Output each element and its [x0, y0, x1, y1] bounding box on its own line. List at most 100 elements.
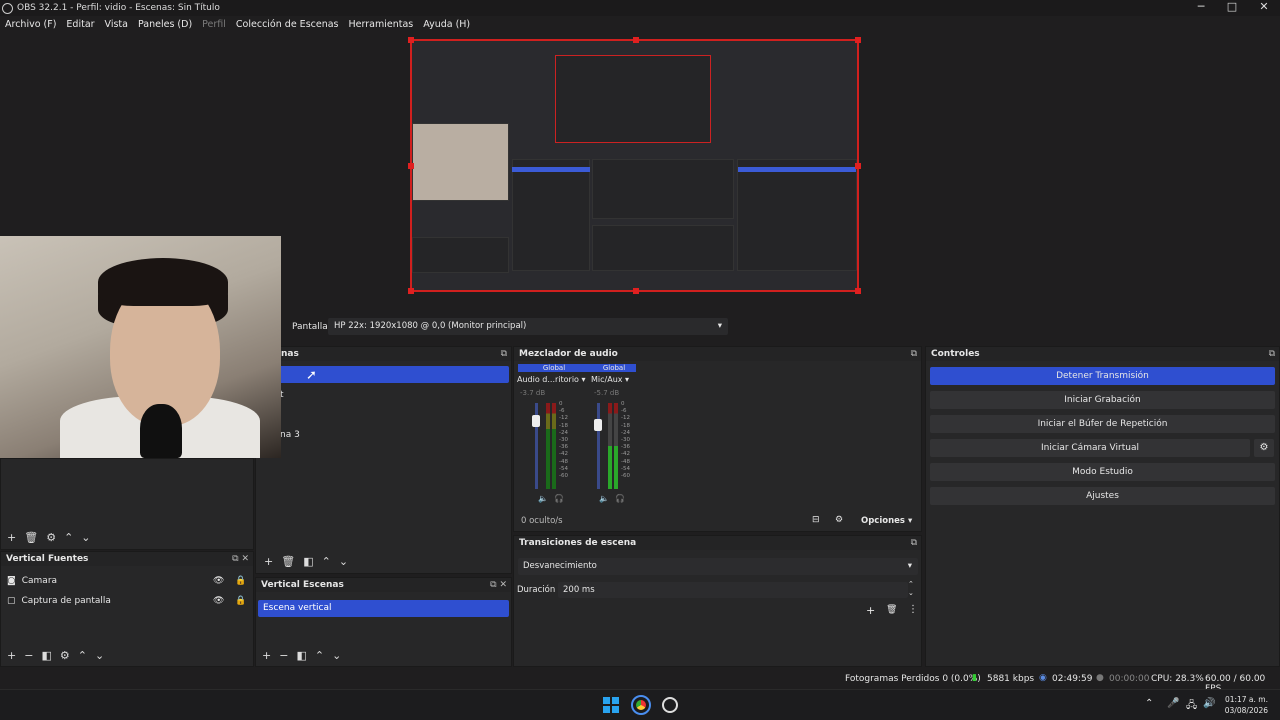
volume-slider-handle[interactable]	[532, 415, 540, 427]
resize-handle[interactable]	[633, 288, 639, 294]
vertical-scene-item[interactable]: Escena vertical	[258, 600, 509, 617]
menu-ayuda[interactable]: Ayuda (H)	[423, 19, 470, 30]
scene-item-selected[interactable]	[258, 366, 509, 383]
network-icon[interactable]: 🖧	[1186, 698, 1197, 715]
microphone-icon[interactable]: 🎤	[1167, 698, 1179, 709]
minimize-button[interactable]: ─	[1185, 0, 1217, 16]
volume-icon[interactable]: 🔊	[1203, 698, 1215, 709]
menu-editar[interactable]: Editar	[66, 19, 94, 30]
vertical-scene-label: Escena vertical	[263, 603, 332, 613]
channel-label: Mic/Aux	[591, 375, 623, 384]
options-menu[interactable]: Opciones ▾	[861, 516, 912, 526]
gear-icon[interactable]: ⚙	[46, 531, 56, 544]
clock[interactable]: 01:17 a. m. 03/08/2026	[1222, 694, 1268, 716]
add-transition-button[interactable]: +	[866, 604, 875, 617]
resize-handle[interactable]	[855, 288, 861, 294]
chrome-icon[interactable]	[631, 695, 651, 715]
transition-select[interactable]: Desvanecimiento ▾	[518, 558, 918, 575]
gear-icon[interactable]: ⚙	[60, 649, 70, 662]
close-icon[interactable]: ✕	[241, 554, 249, 564]
undock-icon[interactable]: ⧉	[232, 554, 238, 564]
undock-icon[interactable]: ⧉	[501, 347, 507, 361]
undock-icon[interactable]: ⧉	[490, 580, 496, 590]
undock-icon[interactable]: ⧉	[911, 536, 917, 550]
maximize-button[interactable]: □	[1216, 0, 1248, 16]
close-icon[interactable]: ✕	[499, 580, 507, 590]
source-item-captura[interactable]: ▢ Captura de pantalla 👁 🔒	[7, 596, 249, 606]
scene-item[interactable]: na 3	[280, 430, 300, 440]
signal-icon: ▮	[972, 673, 977, 683]
display-select[interactable]: HP 22x: 1920x1080 @ 0,0 (Monitor princip…	[328, 318, 728, 335]
remove-scene-button[interactable]: −	[279, 649, 288, 662]
duration-input[interactable]: 200 ms	[558, 582, 908, 598]
studio-mode-button[interactable]: Modo Estudio	[930, 463, 1275, 481]
menu-coleccion-escenas[interactable]: Colección de Escenas	[236, 19, 339, 30]
gear-icon[interactable]: ⚙	[1254, 439, 1274, 457]
move-up-button[interactable]: ⌃	[315, 649, 324, 662]
filter-icon[interactable]: ◧	[296, 649, 306, 662]
add-source-button[interactable]: +	[7, 649, 16, 662]
menu-herramientas[interactable]: Herramientas	[349, 19, 414, 30]
volume-slider-handle[interactable]	[594, 419, 602, 431]
layout-icon[interactable]: ⊟	[812, 515, 820, 525]
trash-icon[interactable]: 🗑	[281, 555, 295, 568]
start-recording-button[interactable]: Iniciar Grabación	[930, 391, 1275, 409]
speaker-icon[interactable]: 🔈	[599, 494, 609, 503]
move-down-button[interactable]: ⌄	[339, 555, 348, 568]
duration-value: 200 ms	[563, 585, 595, 595]
program-preview[interactable]	[408, 37, 861, 294]
add-source-button[interactable]: +	[7, 531, 16, 544]
eye-icon[interactable]: 👁	[213, 576, 224, 586]
filter-icon[interactable]: ◧	[303, 555, 313, 568]
more-options-icon[interactable]: ⋮	[908, 604, 918, 615]
source-item-camara[interactable]: ◙ Camara 👁 🔒	[7, 576, 249, 586]
trash-icon[interactable]: 🗑	[886, 605, 897, 615]
volume-slider[interactable]	[597, 403, 600, 489]
windows-start-icon[interactable]	[603, 697, 619, 713]
headphones-icon[interactable]: 🎧	[554, 494, 564, 503]
menu-archivo[interactable]: Archivo (F)	[5, 19, 56, 30]
menu-vista[interactable]: Vista	[105, 19, 128, 30]
obs-taskbar-icon[interactable]	[662, 697, 678, 713]
move-up-button[interactable]: ⌃	[64, 531, 73, 544]
headphones-icon[interactable]: 🎧	[615, 494, 625, 503]
trash-icon[interactable]: 🗑	[24, 531, 38, 544]
vertical-scenes-title: Vertical Escenas	[261, 580, 344, 590]
resize-handle[interactable]	[408, 163, 414, 169]
gear-icon[interactable]: ⚙	[835, 515, 843, 525]
duration-stepper[interactable]: ⌃ ⌄	[908, 580, 914, 598]
lock-icon[interactable]: 🔒	[235, 596, 246, 606]
start-replay-buffer-button[interactable]: Iniciar el Búfer de Repetición	[930, 415, 1275, 433]
chevron-up-icon[interactable]: ⌃	[1145, 698, 1153, 709]
resize-handle[interactable]	[633, 37, 639, 43]
channel-name-mic[interactable]: Mic/Aux ▾	[591, 375, 629, 384]
scale-tick: 0	[559, 401, 563, 407]
add-scene-button[interactable]: +	[264, 555, 273, 568]
resize-handle[interactable]	[408, 288, 414, 294]
stop-streaming-button[interactable]: Detener Transmisión	[930, 367, 1275, 385]
close-window-button[interactable]: ✕	[1248, 0, 1280, 16]
undock-icon[interactable]: ⧉	[911, 347, 917, 361]
channel-name-desktop[interactable]: Audio d...ritorio ▾	[517, 375, 586, 384]
lock-icon[interactable]: 🔒	[235, 576, 246, 586]
settings-button[interactable]: Ajustes	[930, 487, 1275, 505]
filter-icon[interactable]: ◧	[41, 649, 51, 662]
move-down-button[interactable]: ⌄	[81, 531, 90, 544]
eye-icon[interactable]: 👁	[213, 596, 224, 606]
scale-tick: -24	[621, 429, 630, 436]
resize-handle[interactable]	[855, 163, 861, 169]
scenes-toolbar: + 🗑 ◧ ⌃ ⌄	[264, 555, 348, 568]
move-down-button[interactable]: ⌄	[332, 649, 341, 662]
menu-paneles[interactable]: Paneles (D)	[138, 19, 192, 30]
move-up-button[interactable]: ⌃	[322, 555, 331, 568]
start-virtual-camera-button[interactable]: Iniciar Cámara Virtual	[930, 439, 1250, 457]
add-scene-button[interactable]: +	[262, 649, 271, 662]
resize-handle[interactable]	[855, 37, 861, 43]
move-up-button[interactable]: ⌃	[78, 649, 87, 662]
move-down-button[interactable]: ⌄	[95, 649, 104, 662]
menu-perfil[interactable]: Perfil	[202, 19, 226, 30]
speaker-icon[interactable]: 🔈	[538, 494, 548, 503]
remove-source-button[interactable]: −	[24, 649, 33, 662]
undock-icon[interactable]: ⧉	[1269, 347, 1275, 361]
resize-handle[interactable]	[408, 37, 414, 43]
